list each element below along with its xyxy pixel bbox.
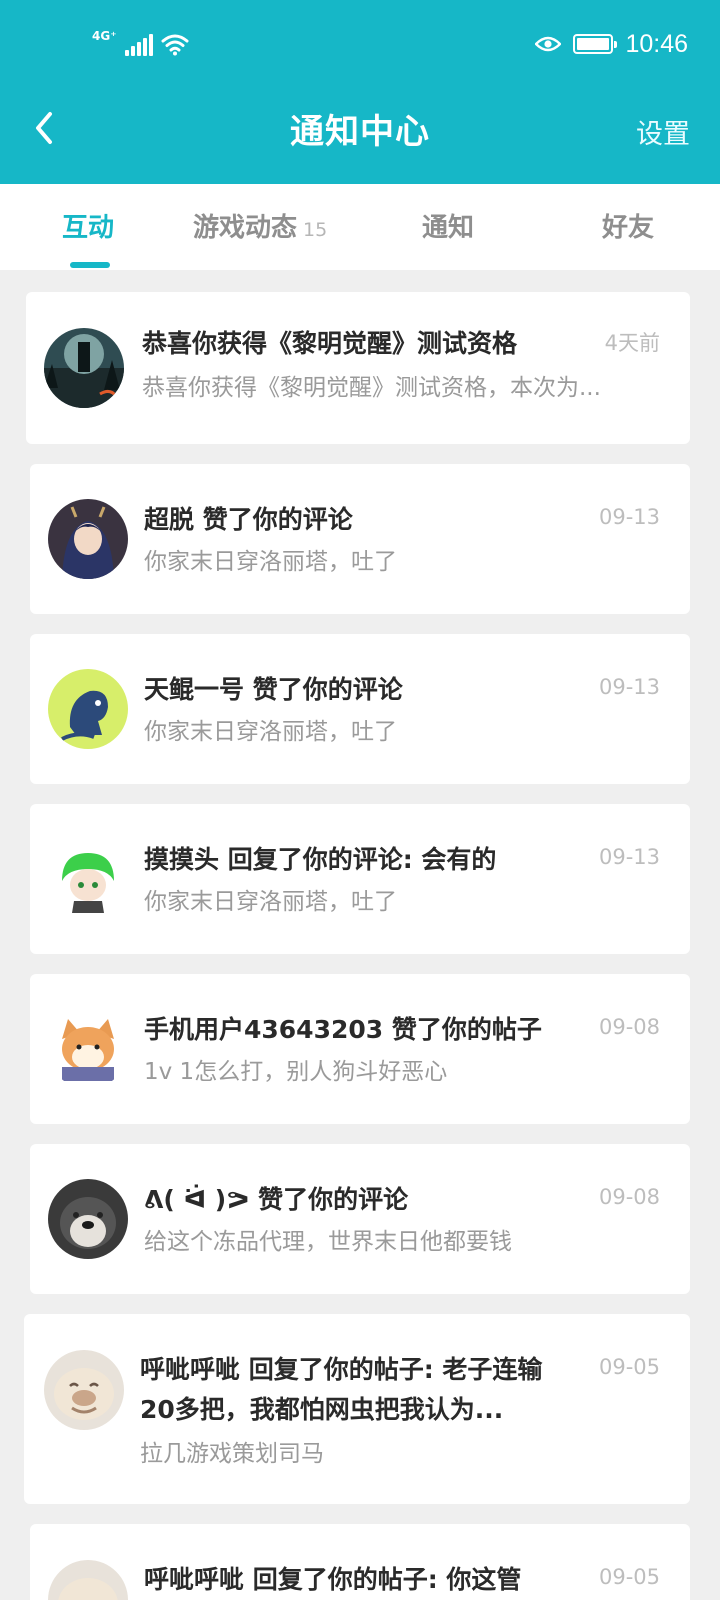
notification-preview: 恭喜你获得《黎明觉醒》测试资格，本次为... bbox=[142, 375, 601, 401]
notification-preview: 给这个冻品代理，世界末日他都要钱 bbox=[144, 1229, 512, 1255]
avatar bbox=[44, 328, 124, 408]
notification-title: 手机用户43643203 赞了你的帖子 bbox=[144, 1015, 542, 1044]
page-title: 通知中心 bbox=[290, 112, 430, 152]
bulldog-avatar bbox=[48, 1560, 128, 1600]
notification-item[interactable]: 呼呲呼呲 回复了你的帖子: 老子连输20多把，我都怕网虫把我认为... 拉几游戏… bbox=[24, 1314, 690, 1504]
anime-girl-avatar bbox=[48, 499, 128, 579]
status-bar: 4G⁺ 10:46 bbox=[0, 0, 720, 90]
notification-preview: 你家末日穿洛丽塔，吐了 bbox=[144, 719, 397, 745]
notification-time: 09-13 bbox=[598, 845, 660, 869]
notification-title: ᕕ( ᐛ )ᕗ 赞了你的评论 bbox=[144, 1185, 409, 1214]
eye-icon bbox=[535, 36, 562, 52]
tab-friends[interactable]: 好友 bbox=[602, 208, 654, 248]
tab-notifications[interactable]: 通知 bbox=[422, 208, 474, 248]
notification-title: 超脱 赞了你的评论 bbox=[144, 505, 353, 534]
notification-item[interactable]: 天鲲一号 赞了你的评论 你家末日穿洛丽塔，吐了 09-13 bbox=[30, 634, 690, 784]
active-tab-indicator bbox=[70, 262, 110, 268]
app-header: 4G⁺ 10:46 通知中心 设置 bbox=[0, 0, 720, 184]
avatar bbox=[48, 1179, 128, 1259]
notification-time: 09-05 bbox=[598, 1355, 660, 1379]
husky-avatar bbox=[48, 1179, 128, 1259]
notification-item[interactable]: 摸摸头 回复了你的评论: 会有的 你家末日穿洛丽塔，吐了 09-13 bbox=[30, 804, 690, 954]
network-type: 4G⁺ bbox=[92, 29, 117, 43]
bulldog-avatar bbox=[44, 1350, 124, 1430]
notification-item[interactable]: 恭喜你获得《黎明觉醒》测试资格 恭喜你获得《黎明觉醒》测试资格，本次为... 4… bbox=[26, 292, 690, 444]
notification-title: 摸摸头 回复了你的评论: 会有的 bbox=[144, 845, 497, 874]
status-time: 10:46 bbox=[625, 29, 688, 58]
avatar bbox=[48, 499, 128, 579]
notification-time: 09-08 bbox=[598, 1015, 660, 1039]
avatar bbox=[48, 669, 128, 749]
tab-label: 通知 bbox=[422, 213, 475, 243]
wifi-icon bbox=[161, 34, 189, 56]
forest-silhouette-avatar bbox=[44, 328, 124, 408]
green-hair-chibi-avatar bbox=[48, 839, 128, 919]
avatar bbox=[48, 1560, 128, 1600]
shiba-dog-avatar bbox=[48, 1009, 128, 1089]
notification-preview: 拉几游戏策划司马 bbox=[140, 1441, 324, 1467]
avatar bbox=[44, 1350, 124, 1430]
avatar bbox=[48, 1009, 128, 1089]
notification-item[interactable]: 手机用户43643203 赞了你的帖子 1v 1怎么打，别人狗斗好恶心 09-0… bbox=[30, 974, 690, 1124]
settings-button[interactable]: 设置 bbox=[636, 112, 690, 151]
notification-item[interactable]: 呼呲呼呲 回复了你的帖子: 你这管 09-05 bbox=[30, 1524, 690, 1600]
blue-dragon-avatar bbox=[48, 669, 128, 749]
notification-title: 呼呲呼呲 回复了你的帖子: 你这管 bbox=[144, 1565, 522, 1594]
tab-interaction[interactable]: 互动 bbox=[62, 208, 114, 248]
notification-title: 恭喜你获得《黎明觉醒》测试资格 bbox=[142, 329, 518, 358]
notification-time: 09-05 bbox=[598, 1565, 660, 1589]
notification-title: 呼呲呼呲 回复了你的帖子: 老子连输20多把，我都怕网虫把我认为... bbox=[140, 1355, 543, 1424]
notification-item[interactable]: ᕕ( ᐛ )ᕗ 赞了你的评论 给这个冻品代理，世界末日他都要钱 09-08 bbox=[30, 1144, 690, 1294]
tab-label: 游戏动态 bbox=[193, 213, 298, 243]
notification-time: 09-08 bbox=[598, 1185, 660, 1209]
notification-time: 09-13 bbox=[598, 505, 660, 529]
tab-game-news[interactable]: 游戏动态 15 bbox=[193, 208, 327, 248]
status-right: 10:46 bbox=[535, 28, 688, 60]
tab-label: 互动 bbox=[62, 213, 115, 243]
tab-count-badge: 15 bbox=[303, 219, 328, 241]
tab-label: 好友 bbox=[602, 213, 655, 243]
notification-item[interactable]: 超脱 赞了你的评论 你家末日穿洛丽塔，吐了 09-13 bbox=[30, 464, 690, 614]
notification-preview: 你家末日穿洛丽塔，吐了 bbox=[144, 549, 397, 575]
notification-time: 4天前 bbox=[604, 331, 660, 355]
tab-bar: 互动 游戏动态 15 通知 好友 bbox=[0, 184, 720, 270]
notification-preview: 你家末日穿洛丽塔，吐了 bbox=[144, 889, 397, 915]
notification-preview: 1v 1怎么打，别人狗斗好恶心 bbox=[144, 1059, 448, 1085]
avatar bbox=[48, 839, 128, 919]
battery-icon bbox=[573, 34, 618, 54]
notification-time: 09-13 bbox=[598, 675, 660, 699]
status-left: 4G⁺ bbox=[92, 30, 189, 56]
notification-title: 天鲲一号 赞了你的评论 bbox=[144, 675, 403, 704]
signal-icon bbox=[124, 34, 153, 56]
